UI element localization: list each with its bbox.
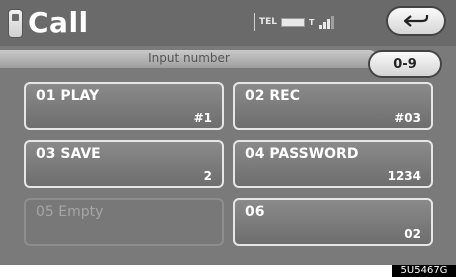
- entry-number: 02: [404, 227, 421, 241]
- entry-number: #03: [394, 111, 421, 125]
- entry-number: #1: [193, 111, 212, 125]
- image-id-label: 5U5467G: [392, 265, 456, 277]
- speed-dial-entry-05: 05 Empty: [24, 198, 224, 246]
- signal-label: T: [309, 17, 315, 27]
- speed-dial-entry-04[interactable]: 04 PASSWORD 1234: [233, 140, 433, 188]
- speed-dial-entry-06[interactable]: 06 02: [233, 198, 433, 246]
- battery-icon: [281, 17, 306, 27]
- speed-dial-entry-01[interactable]: 01 PLAY #1: [24, 82, 224, 130]
- page-title: Call: [28, 6, 89, 39]
- signal-strength-icon: [318, 15, 334, 29]
- entry-name: 05 Empty: [36, 204, 104, 220]
- entry-name: 01 PLAY: [36, 88, 100, 104]
- number-input-field[interactable]: Input number: [0, 50, 378, 68]
- entry-number: 1234: [387, 169, 421, 183]
- keypad-button[interactable]: 0-9: [370, 52, 440, 76]
- phone-icon: [9, 10, 22, 37]
- header-bar: Call TEL T: [0, 0, 456, 46]
- back-arrow-icon: [403, 15, 429, 27]
- input-placeholder: Input number: [148, 51, 230, 65]
- entry-number: 2: [203, 169, 212, 183]
- speed-dial-entry-02[interactable]: 02 REC #03: [233, 82, 433, 130]
- entry-name: 06: [245, 204, 265, 220]
- speed-dial-entry-03[interactable]: 03 SAVE 2: [24, 140, 224, 188]
- back-button[interactable]: [388, 8, 444, 34]
- call-screen: Call TEL T Input number 0-9 01 PLAY #1 0…: [0, 0, 456, 265]
- entry-name: 02 REC: [245, 88, 300, 104]
- entry-name: 04 PASSWORD: [245, 146, 359, 162]
- status-divider: [254, 13, 255, 31]
- entry-name: 03 SAVE: [36, 146, 101, 162]
- tel-label: TEL: [259, 17, 278, 27]
- status-indicators: TEL T: [254, 13, 362, 31]
